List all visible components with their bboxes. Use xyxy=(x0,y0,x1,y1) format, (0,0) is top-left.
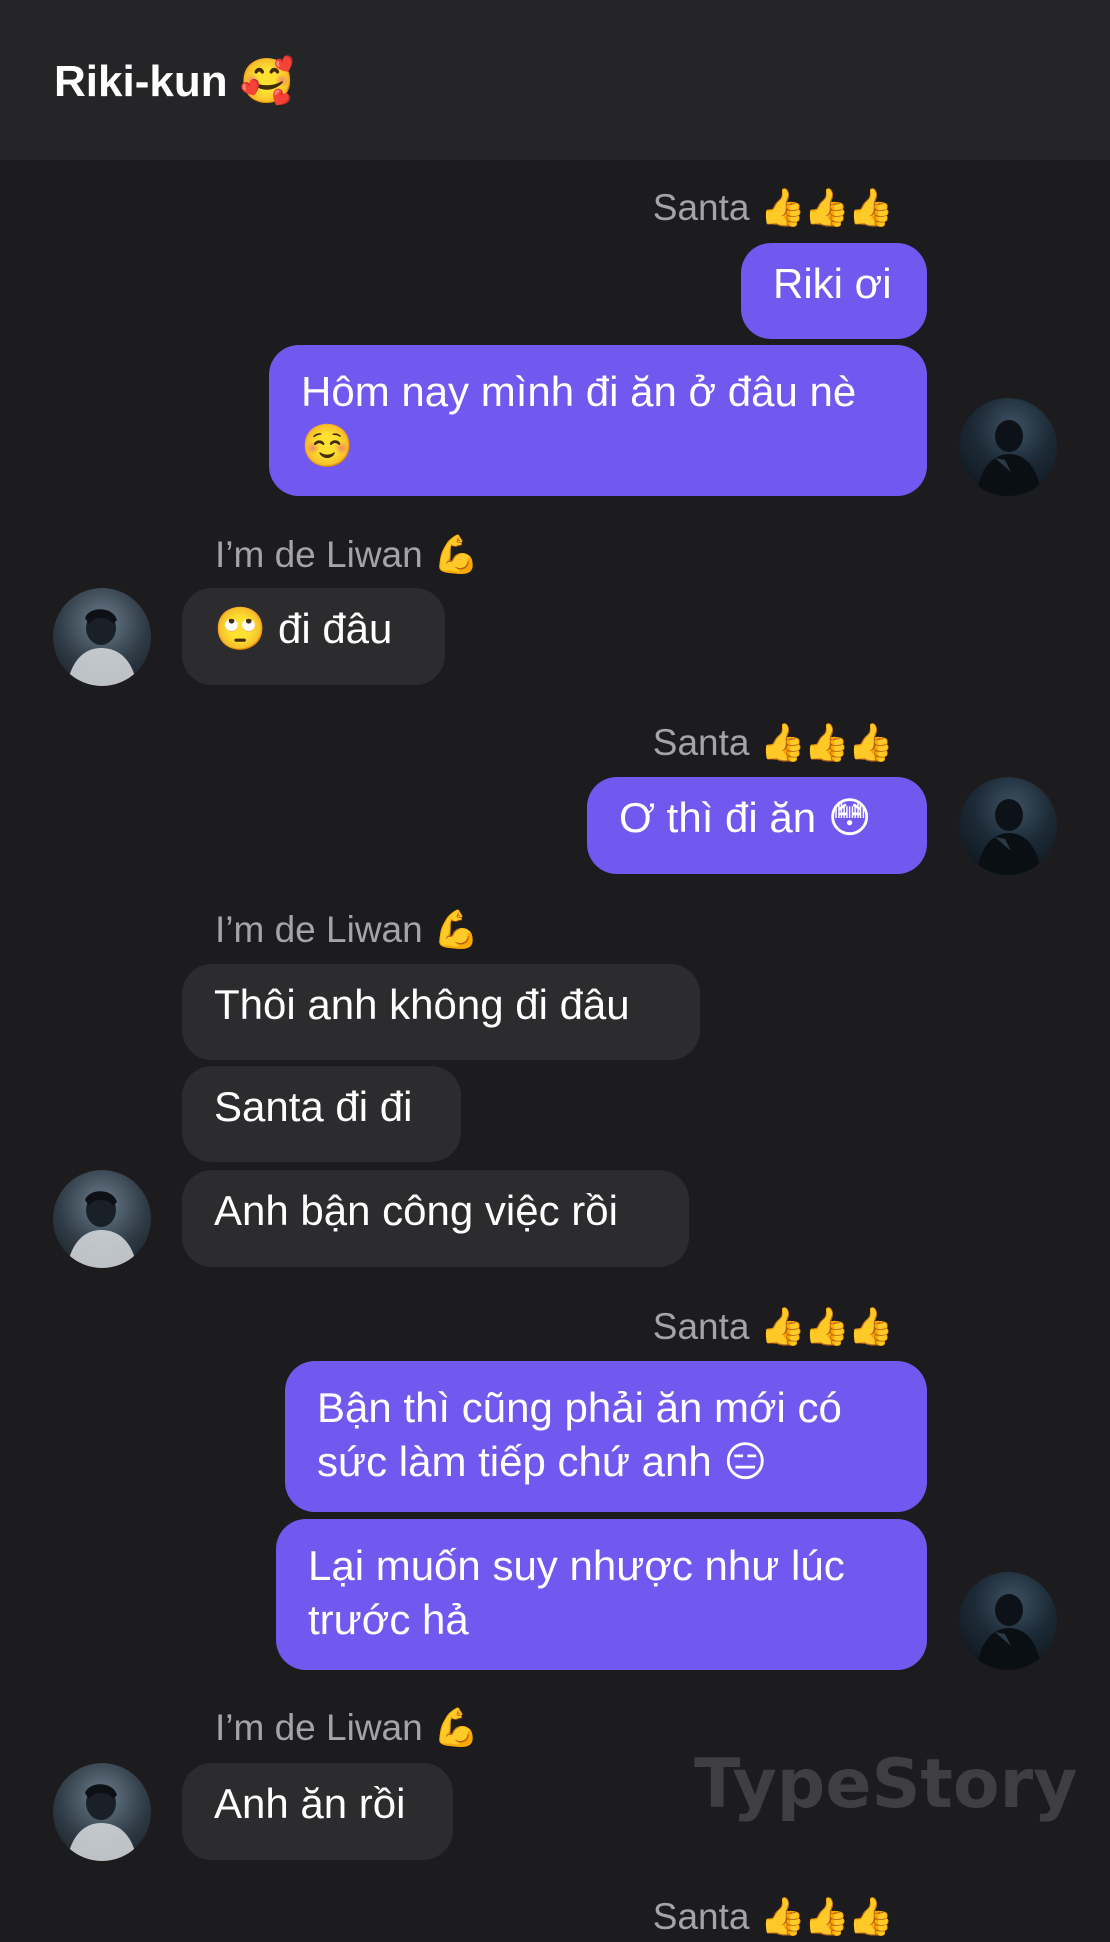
person-silhouette-icon xyxy=(67,609,137,686)
sender-name: Santa xyxy=(652,1896,750,1937)
sender-label-santa: Santa 👍👍👍 xyxy=(652,183,894,233)
flexed-biceps-icon: 💪 xyxy=(433,1707,479,1748)
avatar-liwan[interactable] xyxy=(53,1170,151,1268)
person-silhouette-icon xyxy=(977,1594,1041,1670)
message-text: Lại muốn suy nhược như lúc trước hả xyxy=(308,1542,845,1643)
typestory-watermark: TypeStory xyxy=(694,1745,1078,1824)
thumbs-up-icon: 👍👍👍 xyxy=(759,1896,894,1937)
sender-label-liwan: I’m de Liwan 💪 xyxy=(215,1703,479,1753)
avatar-santa[interactable] xyxy=(959,1572,1057,1670)
message-text: Thôi anh không đi đâu xyxy=(214,981,630,1028)
sender-label-santa: Santa 👍👍👍 xyxy=(652,718,894,768)
flexed-biceps-icon: 💪 xyxy=(433,909,479,950)
message-text: Anh ăn rồi xyxy=(214,1780,406,1827)
message-text: Anh bận công việc rồi xyxy=(214,1187,618,1234)
thumbs-up-icon: 👍👍👍 xyxy=(759,1306,894,1347)
sender-name: I’m de Liwan xyxy=(215,534,423,575)
avatar-santa[interactable] xyxy=(959,398,1057,496)
sender-name: Santa xyxy=(652,722,750,763)
avatar-liwan[interactable] xyxy=(53,588,151,686)
sender-label-santa: Santa 👍👍👍 xyxy=(652,1892,894,1942)
sender-label-liwan: I’m de Liwan 💪 xyxy=(215,530,479,580)
sender-label-santa: Santa 👍👍👍 xyxy=(652,1302,894,1352)
person-silhouette-icon xyxy=(977,799,1041,875)
message-text: 🙄 đi đâu xyxy=(214,605,393,652)
message-bubble-outgoing[interactable]: Lại muốn suy nhược như lúc trước hả xyxy=(276,1519,927,1670)
sender-label-liwan: I’m de Liwan 💪 xyxy=(215,905,479,955)
message-bubble-incoming[interactable]: Thôi anh không đi đâu xyxy=(182,964,700,1060)
message-text: Bận thì cũng phải ăn mới có sức làm tiếp… xyxy=(317,1384,842,1485)
sender-name: Santa xyxy=(652,187,750,228)
message-bubble-incoming[interactable]: Anh ăn rồi xyxy=(182,1763,453,1860)
avatar-santa[interactable] xyxy=(959,777,1057,875)
message-text: Riki ơi xyxy=(773,260,892,307)
message-text: Ơ thì đi ăn 😳 xyxy=(619,794,872,841)
sender-name: I’m de Liwan xyxy=(215,909,423,950)
message-bubble-incoming[interactable]: Anh bận công việc rồi xyxy=(182,1170,689,1267)
message-bubble-incoming[interactable]: Santa đi đi xyxy=(182,1066,461,1162)
message-text: Hôm nay mình đi ăn ở đâu nè ☺️ xyxy=(301,368,857,469)
person-silhouette-icon xyxy=(977,420,1041,496)
avatar-liwan[interactable] xyxy=(53,1763,151,1861)
flexed-biceps-icon: 💪 xyxy=(433,534,479,575)
sender-name: Santa xyxy=(652,1306,750,1347)
message-bubble-outgoing[interactable]: Ơ thì đi ăn 😳 xyxy=(587,777,927,874)
message-bubble-outgoing[interactable]: Riki ơi xyxy=(741,243,927,339)
message-bubble-outgoing[interactable]: Bận thì cũng phải ăn mới có sức làm tiếp… xyxy=(285,1361,927,1512)
message-text: Santa đi đi xyxy=(214,1083,413,1130)
chat-title[interactable]: Riki-kun 🥰 xyxy=(54,50,295,114)
person-silhouette-icon xyxy=(67,1191,137,1268)
chat-header: Riki-kun 🥰 xyxy=(0,0,1110,160)
thumbs-up-icon: 👍👍👍 xyxy=(759,722,894,763)
thumbs-up-icon: 👍👍👍 xyxy=(759,187,894,228)
sender-name: I’m de Liwan xyxy=(215,1707,423,1748)
message-bubble-outgoing[interactable]: Hôm nay mình đi ăn ở đâu nè ☺️ xyxy=(269,345,927,496)
message-bubble-incoming[interactable]: 🙄 đi đâu xyxy=(182,588,445,685)
person-silhouette-icon xyxy=(67,1784,137,1861)
